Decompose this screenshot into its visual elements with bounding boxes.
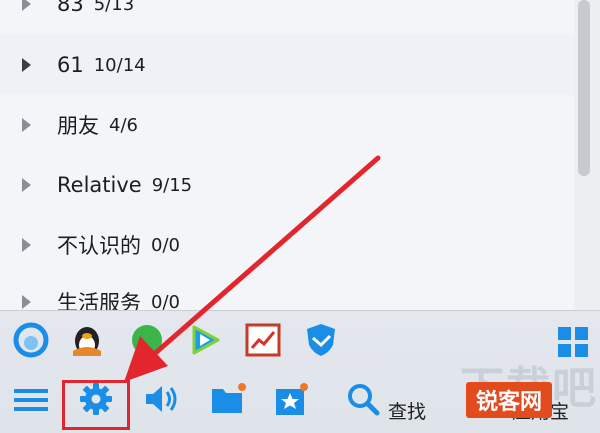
security-shield-icon[interactable] (302, 321, 340, 359)
group-count: 10/14 (93, 54, 146, 76)
group-name: 生活服务 (57, 291, 141, 312)
find-button-label[interactable]: 查找 (388, 397, 426, 424)
video-play-icon[interactable] (186, 321, 224, 359)
group-row[interactable]: 朋友 4/6 (0, 95, 574, 155)
qzone-icon[interactable] (12, 321, 50, 359)
group-row[interactable]: 83 5/13 (0, 0, 574, 34)
expand-arrow-icon[interactable] (22, 178, 31, 192)
contact-group-list: 83 5/13 61 10/14 朋友 4/6 Relative 9/15 不认… (0, 0, 574, 312)
group-name: 不认识的 (57, 234, 141, 258)
group-row[interactable]: 不认识的 0/0 (0, 215, 574, 275)
group-name: Relative (57, 173, 142, 197)
search-icon[interactable] (344, 379, 384, 419)
group-row[interactable]: 生活服务 0/0 (0, 272, 574, 312)
group-count: 0/0 (151, 234, 180, 256)
scroll-thumb[interactable] (578, 0, 590, 176)
watermark-badge: 锐客网 (466, 382, 552, 418)
favorites-star-icon[interactable] (272, 379, 312, 419)
qq-game-icon[interactable] (68, 321, 106, 359)
expand-arrow-icon[interactable] (22, 118, 31, 132)
group-count: 4/6 (109, 114, 138, 136)
group-count: 9/15 (151, 174, 193, 196)
group-name: 朋友 (57, 114, 99, 138)
expand-arrow-icon[interactable] (22, 238, 31, 252)
group-row[interactable]: Relative 9/15 (0, 155, 574, 215)
expand-arrow-icon[interactable] (22, 295, 31, 309)
group-count: 0/0 (151, 291, 180, 313)
group-name: 61 (57, 53, 84, 77)
vertical-scrollbar[interactable] (574, 0, 600, 312)
settings-highlight-box (62, 380, 130, 430)
stock-chart-icon[interactable] (244, 321, 282, 359)
group-name: 83 (57, 0, 84, 16)
volume-speaker-icon[interactable] (142, 379, 182, 419)
expand-arrow-icon[interactable] (22, 58, 31, 72)
music-app-icon[interactable] (128, 321, 166, 359)
main-menu-icon[interactable] (12, 379, 52, 419)
group-row[interactable]: 61 10/14 (0, 35, 574, 95)
expand-arrow-icon[interactable] (22, 0, 31, 11)
file-folder-icon[interactable] (208, 379, 248, 419)
group-count: 5/13 (93, 0, 135, 15)
